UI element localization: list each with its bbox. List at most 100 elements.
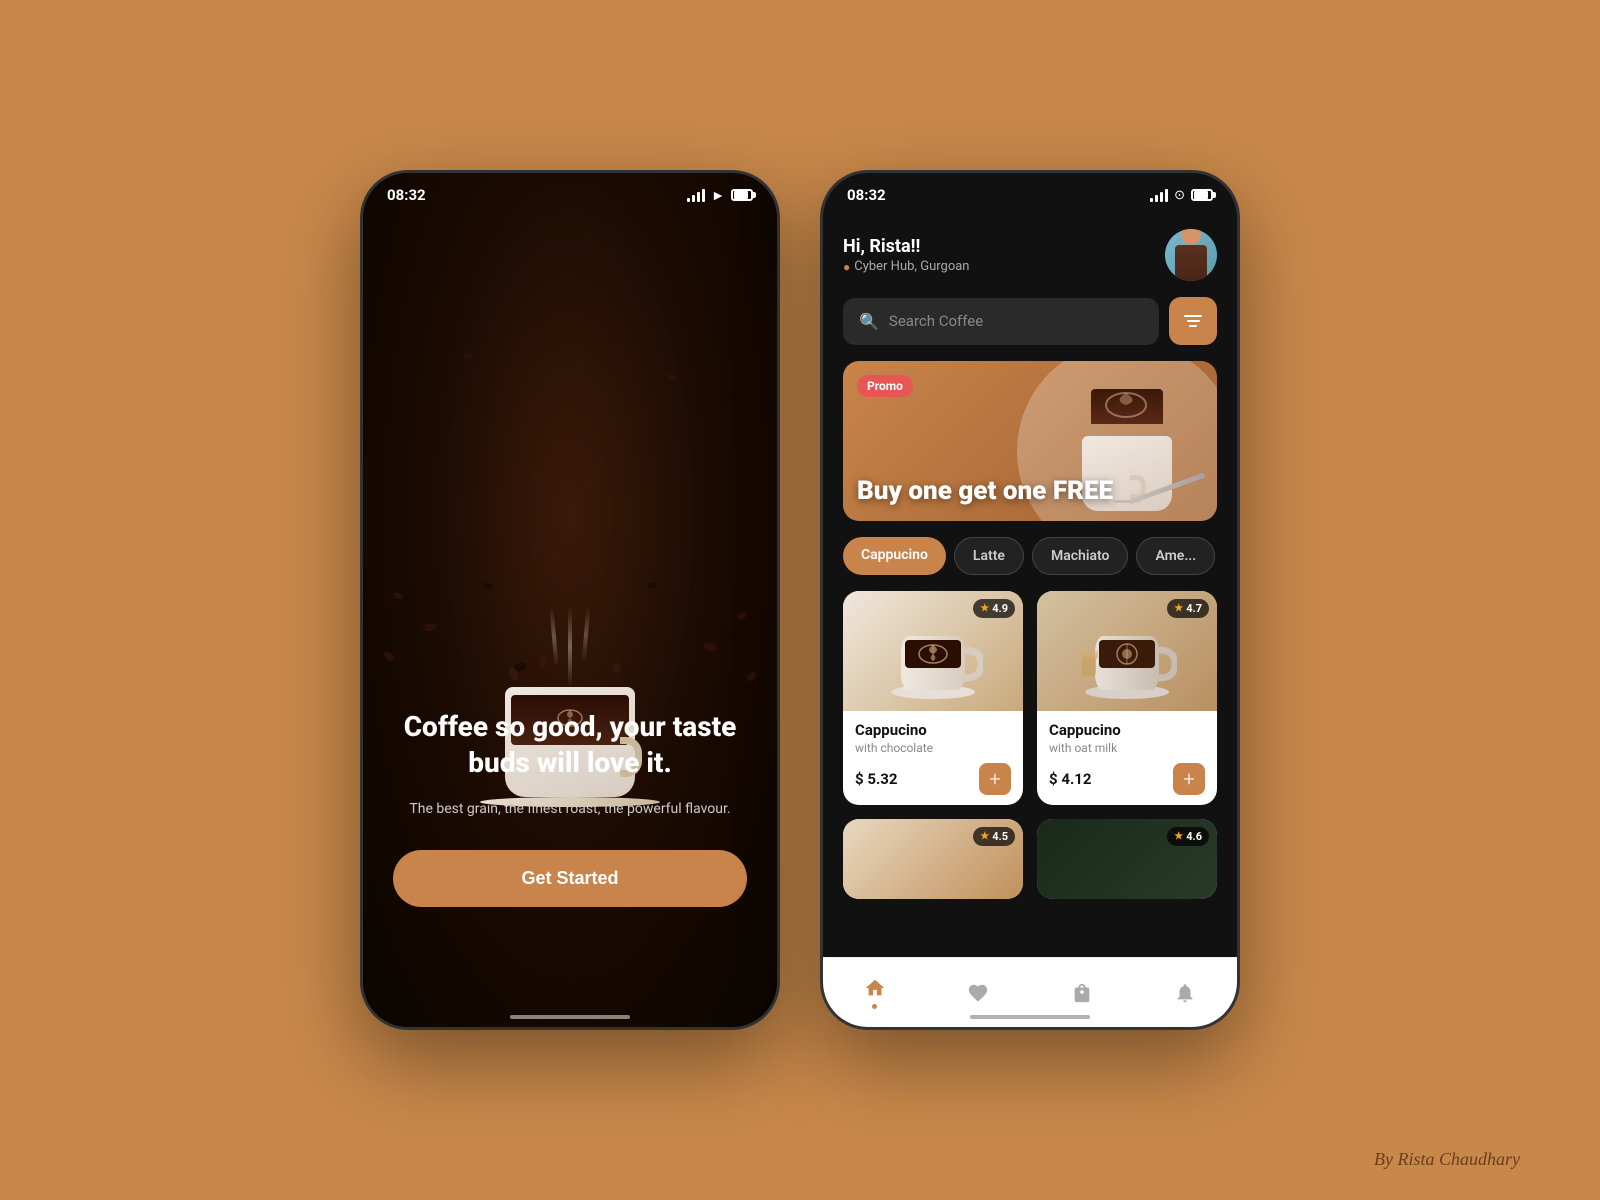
phone1-status-bar: 08:32 ►: [363, 173, 777, 217]
coffee-card-1: ★ 4.9 Cappucino with chocolate $ 5.32 +: [843, 591, 1023, 805]
signal-icon: [687, 188, 705, 202]
phone2-status-icons: ⊙: [1150, 188, 1213, 203]
avatar-head: [1181, 229, 1201, 245]
coffee-card-3-image: ★ 4.5: [843, 819, 1023, 899]
rating-value-4: 4.6: [1186, 830, 1202, 843]
bell-icon: [1173, 981, 1197, 1005]
search-bar[interactable]: 🔍 Search Coffee: [843, 298, 1159, 345]
filter-button[interactable]: [1169, 297, 1217, 345]
splash-content: Coffee so good, your taste buds will lov…: [363, 709, 777, 907]
phone2-main-content: Hi, Rista!! ● Cyber Hub, Gurgoan: [823, 217, 1237, 1027]
user-avatar[interactable]: [1165, 229, 1217, 281]
coffee-price-row-2: $ 4.12 +: [1049, 763, 1205, 795]
status-time: 08:32: [387, 186, 426, 204]
coffee-card-3: ★ 4.5: [843, 819, 1023, 899]
category-latte[interactable]: Latte: [954, 537, 1024, 575]
bean9: [648, 582, 658, 588]
rating-badge-1: ★ 4.9: [973, 599, 1015, 618]
phone2-home-indicator: [970, 1015, 1090, 1019]
star-icon-2: ★: [1174, 603, 1183, 614]
home-indicator: [510, 1015, 630, 1019]
phone2-battery-icon: [1191, 189, 1213, 201]
greeting-info: Hi, Rista!! ● Cyber Hub, Gurgoan: [843, 236, 969, 274]
phone2-wifi-icon: ⊙: [1174, 188, 1185, 203]
phone2-status-time: 08:32: [847, 186, 886, 204]
status-icons: ►: [687, 187, 753, 204]
splash-subtitle: The best grain, the finest roast, the po…: [393, 798, 747, 820]
category-tabs: Cappucino Latte Machiato Ame...: [823, 537, 1237, 591]
coffee-card-2-info: Cappucino with oat milk $ 4.12 +: [1037, 711, 1217, 805]
add-to-cart-1[interactable]: +: [979, 763, 1011, 795]
coffee-grid: ★ 4.9 Cappucino with chocolate $ 5.32 +: [823, 591, 1237, 899]
rating-badge-3: ★ 4.5: [973, 827, 1015, 846]
greeting-row: Hi, Rista!! ● Cyber Hub, Gurgoan: [843, 229, 1217, 281]
coffee-card-2-image: ★ 4.7: [1037, 591, 1217, 711]
coffee-card-2: ★ 4.7 Cappucino with oat milk $ 4.12 +: [1037, 591, 1217, 805]
rating-badge-2: ★ 4.7: [1167, 599, 1209, 618]
star-icon-4: ★: [1174, 831, 1183, 842]
coffee-card-4: ★ 4.6: [1037, 819, 1217, 899]
nav-notifications[interactable]: [1173, 981, 1197, 1005]
watermark: By Rista Chaudhary: [1374, 1149, 1520, 1170]
promo-badge: Promo: [857, 375, 913, 397]
bean6: [745, 670, 758, 683]
rating-value-1: 4.9: [992, 602, 1008, 615]
header-section: Hi, Rista!! ● Cyber Hub, Gurgoan: [823, 217, 1237, 361]
bean5: [702, 641, 718, 653]
category-ame[interactable]: Ame...: [1136, 537, 1215, 575]
promo-text: Buy one get one FREE: [857, 477, 1113, 507]
rating-badge-4: ★ 4.6: [1167, 827, 1209, 846]
coffee-desc-2: with oat milk: [1049, 741, 1205, 755]
splash-title: Coffee so good, your taste buds will lov…: [393, 709, 747, 782]
get-started-button[interactable]: Get Started: [393, 850, 747, 907]
steam-wisps: [552, 607, 588, 687]
category-cappucino[interactable]: Cappucino: [843, 537, 946, 575]
phone2-signal-icon: [1150, 188, 1168, 202]
home-icon: [863, 976, 887, 1000]
nav-home-indicator: [872, 1004, 877, 1009]
nav-cart[interactable]: [1070, 981, 1094, 1005]
phone1-splash: 08:32 ► Coffee so good, your taste buds …: [360, 170, 780, 1030]
category-machiato[interactable]: Machiato: [1032, 537, 1129, 575]
bean7: [483, 582, 493, 588]
bean1: [392, 591, 404, 601]
wifi-icon: ►: [711, 187, 725, 204]
nav-home[interactable]: [863, 976, 887, 1009]
battery-icon: [731, 189, 753, 201]
bean2: [422, 621, 438, 632]
coffee-card-1-info: Cappucino with chocolate $ 5.32 +: [843, 711, 1023, 805]
star-icon-1: ★: [980, 603, 989, 614]
bag-icon: [1070, 981, 1094, 1005]
coffee-card-4-image: ★ 4.6: [1037, 819, 1217, 899]
search-row: 🔍 Search Coffee: [843, 297, 1217, 345]
rating-value-3: 4.5: [992, 830, 1008, 843]
coffee-price-row-1: $ 5.32 +: [855, 763, 1011, 795]
phone2-home: 08:32 ⊙ Hi, Rista!!: [820, 170, 1240, 1030]
falling-bean3: [664, 370, 678, 383]
greeting-text: Hi, Rista!!: [843, 236, 969, 257]
promo-title: Buy one get one FREE: [857, 477, 1113, 507]
heart-icon: [966, 981, 990, 1005]
coffee-card-1-image: ★ 4.9: [843, 591, 1023, 711]
promo-banner[interactable]: Promo: [843, 361, 1217, 521]
coffee-name-1: Cappucino: [855, 721, 1011, 739]
location-text: Cyber Hub, Gurgoan: [854, 259, 969, 274]
falling-bean4: [618, 333, 627, 339]
search-placeholder-text: Search Coffee: [889, 312, 983, 330]
coffee-name-2: Cappucino: [1049, 721, 1205, 739]
star-icon-3: ★: [980, 831, 989, 842]
bean3: [382, 650, 396, 663]
bean4: [736, 611, 748, 621]
search-icon: 🔍: [859, 312, 879, 331]
coffee-desc-1: with chocolate: [855, 741, 1011, 755]
coffee-price-2: $ 4.12: [1049, 770, 1092, 788]
rating-value-2: 4.7: [1186, 602, 1202, 615]
phone2-status-bar: 08:32 ⊙: [823, 173, 1237, 217]
filter-icon: [1184, 315, 1202, 327]
falling-bean2: [562, 322, 571, 330]
falling-bean1: [462, 352, 473, 360]
location-pin-icon: ●: [843, 260, 850, 274]
nav-favorites[interactable]: [966, 981, 990, 1005]
add-to-cart-2[interactable]: +: [1173, 763, 1205, 795]
coffee-price-1: $ 5.32: [855, 770, 898, 788]
